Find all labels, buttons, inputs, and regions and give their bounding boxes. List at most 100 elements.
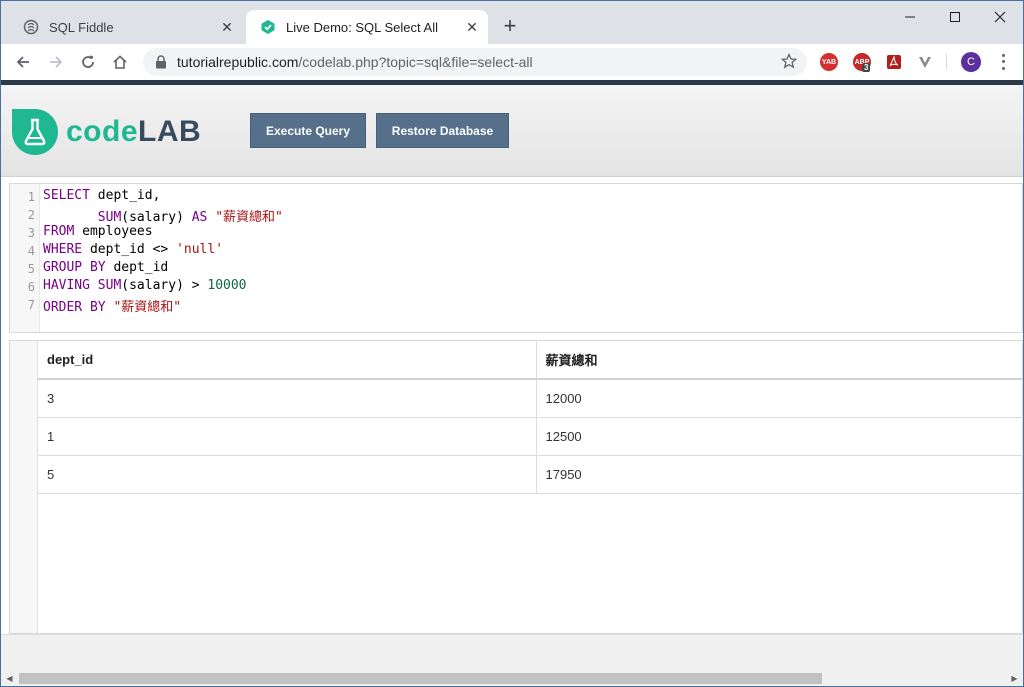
sql-string: 'null' xyxy=(176,242,224,257)
flask-logo-icon xyxy=(12,109,58,155)
reload-button[interactable] xyxy=(76,50,100,74)
code-line: WHERE dept_id <> 'null' xyxy=(43,242,223,257)
home-button[interactable] xyxy=(108,50,132,74)
address-bar[interactable]: tutorialrepublic.com/codelab.php?topic=s… xyxy=(143,48,807,76)
close-window-button[interactable] xyxy=(977,5,1022,29)
execute-query-button[interactable]: Execute Query xyxy=(250,113,366,148)
yab-extension-icon[interactable]: YAB xyxy=(820,53,838,71)
table-cell: 17950 xyxy=(536,455,1023,494)
extension-badge: 3 xyxy=(862,63,871,72)
maximize-icon xyxy=(949,12,960,22)
vimium-extension-icon[interactable] xyxy=(916,53,934,71)
sql-fiddle-favicon-icon xyxy=(23,19,39,35)
v-shield-icon xyxy=(919,57,931,68)
url-path: /codelab.php?topic=sql&file=select-all xyxy=(298,54,533,70)
scroll-left-icon[interactable]: ◀ xyxy=(1,670,18,686)
table-header-row: dept_id 薪資總和 xyxy=(38,341,1023,380)
code-line: SELECT dept_id, xyxy=(43,188,160,203)
column-header: 薪資總和 xyxy=(536,341,1023,380)
query-results-panel: dept_id 薪資總和 3 12000 1 12500 5 17950 xyxy=(9,340,1023,634)
codelab-favicon-icon xyxy=(260,19,276,35)
url-text: tutorialrepublic.com/codelab.php?topic=s… xyxy=(177,54,533,70)
tab-close-icon[interactable]: ✕ xyxy=(462,17,482,37)
logo-lab-text: LAB xyxy=(138,115,202,148)
tab-sql-fiddle[interactable]: SQL Fiddle ✕ xyxy=(11,10,243,44)
sql-number: 10000 xyxy=(207,278,247,293)
sql-keyword: SUM xyxy=(97,210,122,225)
page-footer-area xyxy=(1,634,1023,670)
line-number: 2 xyxy=(27,208,35,222)
forward-button[interactable] xyxy=(44,50,68,74)
sql-keyword: SUM xyxy=(89,278,122,293)
table-cell: 12000 xyxy=(536,379,1023,418)
sql-keyword: HAVING xyxy=(43,278,90,293)
results-gutter xyxy=(10,341,38,633)
sql-keyword: FROM xyxy=(43,224,75,239)
browser-toolbar: tutorialrepublic.com/codelab.php?topic=s… xyxy=(1,44,1023,80)
browser-window: SQL Fiddle ✕ Live Demo: SQL Select All ✕… xyxy=(0,0,1024,687)
sql-string: "薪資總和" xyxy=(207,210,283,225)
table-cell: 5 xyxy=(38,455,537,494)
code-line: ORDER BY "薪資總和" xyxy=(43,296,181,315)
reload-icon xyxy=(82,55,94,68)
sql-text: (salary) > xyxy=(121,278,208,293)
sql-text: dept_id <> xyxy=(82,242,177,257)
back-button[interactable] xyxy=(11,50,35,74)
codelab-logo[interactable]: codeLAB xyxy=(12,108,201,156)
table-cell: 3 xyxy=(38,379,537,418)
horizontal-scrollbar[interactable]: ◀ ▶ xyxy=(1,670,1023,686)
sql-text: (salary) xyxy=(121,210,192,225)
minimize-icon xyxy=(904,16,915,18)
tab-live-demo[interactable]: Live Demo: SQL Select All ✕ xyxy=(246,10,488,44)
home-icon xyxy=(113,55,127,69)
scrollbar-thumb[interactable] xyxy=(19,673,822,684)
profile-avatar[interactable]: C xyxy=(961,52,981,72)
url-host: tutorialrepublic.com xyxy=(177,54,299,70)
acrobat-icon xyxy=(887,55,901,69)
sql-keyword: WHERE xyxy=(43,242,83,257)
maximize-button[interactable] xyxy=(932,5,977,29)
tab-title: Live Demo: SQL Select All xyxy=(286,19,438,35)
tab-close-icon[interactable]: ✕ xyxy=(217,17,237,37)
sql-indent xyxy=(43,210,98,225)
bookmark-star-icon[interactable] xyxy=(781,53,797,69)
scroll-right-icon[interactable]: ▶ xyxy=(1006,670,1023,686)
results-table: dept_id 薪資總和 3 12000 1 12500 5 17950 xyxy=(38,341,1023,494)
lock-icon xyxy=(156,55,166,69)
pdf-extension-icon[interactable] xyxy=(885,53,903,71)
line-number: 3 xyxy=(27,226,35,240)
sql-keyword: ORDER BY xyxy=(43,300,106,315)
browser-menu-icon[interactable] xyxy=(995,52,1011,72)
table-cell: 1 xyxy=(38,417,537,456)
tab-title: SQL Fiddle xyxy=(49,19,114,35)
line-number: 5 xyxy=(27,262,35,276)
close-icon xyxy=(994,11,1005,23)
arrow-right-icon xyxy=(50,56,63,68)
line-number-gutter: 1 2 3 4 5 6 7 xyxy=(10,184,40,332)
restore-database-button[interactable]: Restore Database xyxy=(376,113,509,148)
sql-text: employees xyxy=(74,224,153,239)
sql-editor[interactable]: 1 2 3 4 5 6 7 SELECT dept_id, SUM(salary… xyxy=(9,183,1023,333)
minimize-button[interactable] xyxy=(887,5,932,29)
code-line: HAVING SUM(salary) > 10000 xyxy=(43,278,247,293)
line-number: 1 xyxy=(27,190,35,204)
sql-keyword: SELECT xyxy=(43,188,90,203)
adblock-extension-icon[interactable]: ABP 3 xyxy=(853,53,871,72)
code-line: SUM(salary) AS "薪資總和" xyxy=(43,206,283,225)
arrow-left-icon xyxy=(16,56,29,68)
codelab-header: codeLAB Execute Query Restore Database xyxy=(1,85,1023,177)
code-line: GROUP BY dept_id xyxy=(43,260,168,275)
sql-keyword: AS xyxy=(191,210,208,225)
sql-text: dept_id xyxy=(105,260,169,275)
code-line: FROM employees xyxy=(43,224,153,239)
logo-e-text: e xyxy=(120,115,139,148)
tab-strip: SQL Fiddle ✕ Live Demo: SQL Select All ✕… xyxy=(1,1,1023,44)
table-row: 3 12000 xyxy=(38,379,1023,418)
new-tab-button[interactable]: + xyxy=(498,15,522,39)
logo-wordmark: codeLAB xyxy=(66,115,201,149)
column-header: dept_id xyxy=(38,341,537,380)
line-number: 7 xyxy=(27,298,35,312)
table-cell: 12500 xyxy=(536,417,1023,456)
line-number: 6 xyxy=(27,280,35,294)
table-row: 1 12500 xyxy=(38,417,1023,456)
